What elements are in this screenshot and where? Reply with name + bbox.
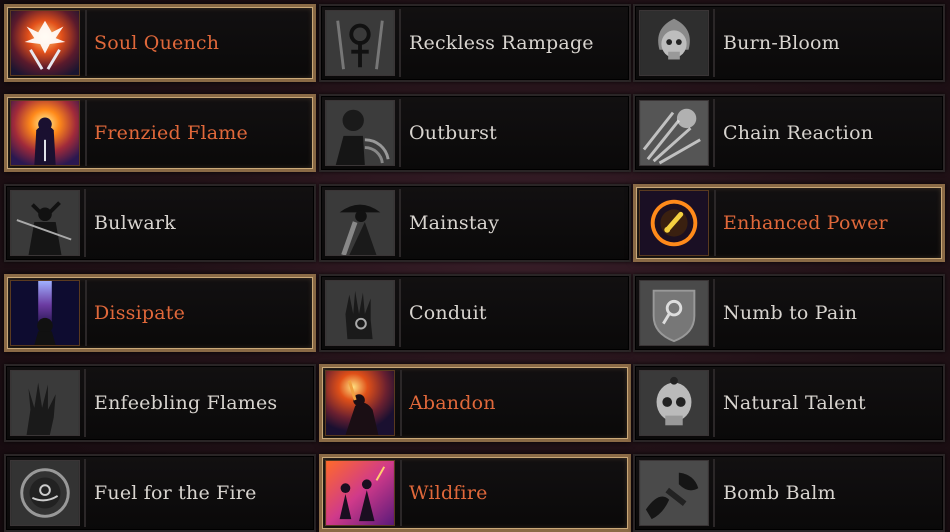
skill-label: Conduit (409, 302, 487, 324)
skill-card-dissipate[interactable]: Dissipate (4, 274, 316, 352)
skill-grid: Soul Quench Reckless Rampage Burn-Bloom … (0, 0, 950, 532)
flaming-skull-icon (639, 10, 709, 76)
shield-sigil-icon (639, 280, 709, 346)
skill-card-bulwark[interactable]: Bulwark (4, 184, 316, 262)
skill-card-enfeebling-flames[interactable]: Enfeebling Flames (4, 364, 316, 442)
skill-label: Outburst (409, 122, 497, 144)
skill-card-reckless-rampage[interactable]: Reckless Rampage (319, 4, 631, 82)
skill-label: Burn-Bloom (723, 32, 840, 54)
skill-card-frenzied-flame[interactable]: Frenzied Flame (4, 94, 316, 172)
skill-label: Numb to Pain (723, 302, 858, 324)
dancing-figures-icon (325, 460, 395, 526)
skill-label: Bulwark (94, 212, 176, 234)
skill-label: Soul Quench (94, 32, 220, 54)
shouting-demon-icon (325, 100, 395, 166)
skill-card-soul-quench[interactable]: Soul Quench (4, 4, 316, 82)
skill-label: Enhanced Power (723, 212, 888, 234)
ankh-blades-icon (325, 10, 395, 76)
spirit-column-icon (10, 280, 80, 346)
skill-card-chain-reaction[interactable]: Chain Reaction (633, 94, 945, 172)
skill-label: Bomb Balm (723, 482, 836, 504)
skill-label: Wildfire (409, 482, 488, 504)
silhouette-hands-icon (639, 460, 709, 526)
skill-card-abandon[interactable]: Abandon (319, 364, 631, 442)
skill-label: Fuel for the Fire (94, 482, 257, 504)
skill-label: Dissipate (94, 302, 186, 324)
skill-card-burn-bloom[interactable]: Burn-Bloom (633, 4, 945, 82)
glowing-orb-icon (639, 190, 709, 256)
burning-figure-icon (10, 100, 80, 166)
torch-bearer-icon (325, 370, 395, 436)
skill-label: Chain Reaction (723, 122, 874, 144)
open-hand-icon (325, 280, 395, 346)
skill-label: Reckless Rampage (409, 32, 594, 54)
skill-card-conduit[interactable]: Conduit (319, 274, 631, 352)
horned-warrior-icon (10, 190, 80, 256)
skill-label: Enfeebling Flames (94, 392, 278, 414)
skill-card-natural-talent[interactable]: Natural Talent (633, 364, 945, 442)
hatted-staff-icon (325, 190, 395, 256)
skill-card-fuel-for-the-fire[interactable]: Fuel for the Fire (4, 454, 316, 532)
skill-card-numb-to-pain[interactable]: Numb to Pain (633, 274, 945, 352)
locked-skull-icon (639, 370, 709, 436)
clawed-hand-icon (10, 370, 80, 436)
ring-sigil-icon (10, 460, 80, 526)
skill-card-outburst[interactable]: Outburst (319, 94, 631, 172)
skill-label: Mainstay (409, 212, 500, 234)
skill-card-bomb-balm[interactable]: Bomb Balm (633, 454, 945, 532)
skill-label: Natural Talent (723, 392, 866, 414)
skill-card-enhanced-power[interactable]: Enhanced Power (633, 184, 945, 262)
explosion-burst-icon (639, 100, 709, 166)
skill-card-mainstay[interactable]: Mainstay (319, 184, 631, 262)
skill-label: Frenzied Flame (94, 122, 248, 144)
phoenix-swords-icon (10, 10, 80, 76)
skill-card-wildfire[interactable]: Wildfire (319, 454, 631, 532)
skill-label: Abandon (409, 392, 496, 414)
